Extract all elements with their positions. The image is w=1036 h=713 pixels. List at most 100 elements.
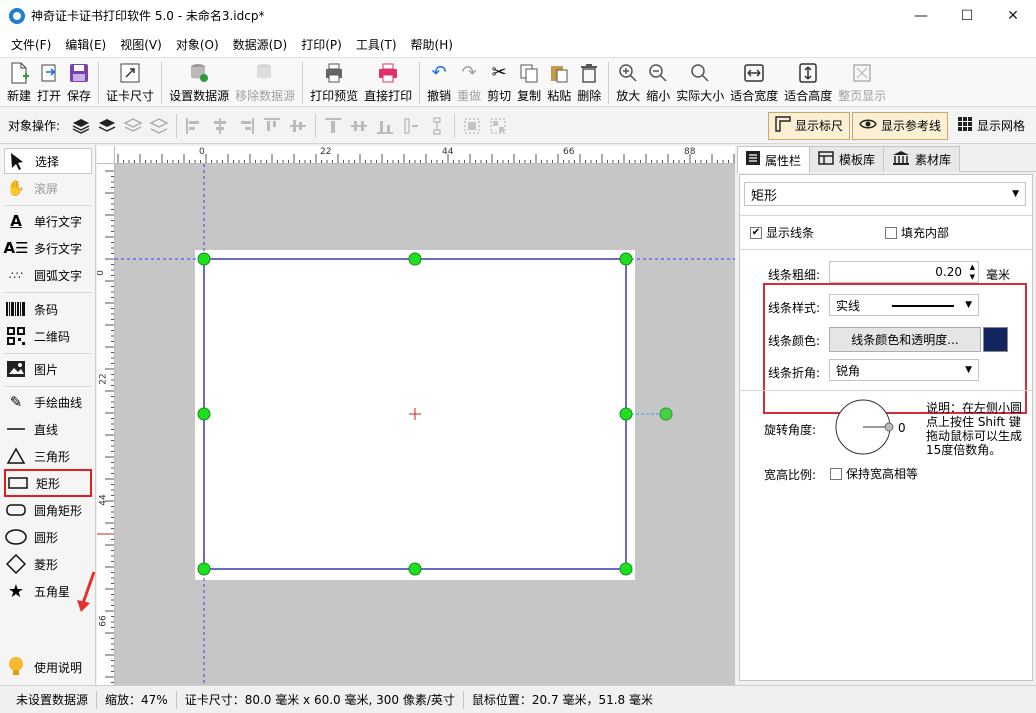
menu-file[interactable]: 文件(F) (4, 36, 58, 53)
diamond-icon (4, 553, 28, 575)
menu-view[interactable]: 视图(V) (113, 36, 169, 53)
distribute-bottom-icon[interactable] (372, 114, 398, 138)
tool-rectangle[interactable]: 矩形 (4, 469, 92, 497)
bring-forward-icon[interactable] (94, 114, 120, 138)
resize-handle-top[interactable] (408, 252, 422, 266)
h-ruler-label: 88 (684, 147, 696, 157)
line-style-select[interactable]: 实线 ▼ (829, 294, 979, 316)
tab-materials[interactable]: 素材库 (883, 146, 961, 172)
fit-height-button[interactable]: 适合高度 (781, 58, 835, 104)
delete-button[interactable]: 删除 (574, 58, 604, 104)
menu-datasource[interactable]: 数据源(D) (226, 36, 295, 53)
barcode-icon (4, 298, 28, 320)
menu-help[interactable]: 帮助(H) (404, 36, 460, 53)
same-width-icon[interactable] (398, 114, 424, 138)
menu-tools[interactable]: 工具(T) (349, 36, 404, 53)
tool-barcode[interactable]: 条码 (4, 296, 92, 322)
zoom-in-button[interactable]: 放大 (613, 58, 643, 104)
tool-select[interactable]: 选择 (4, 148, 92, 174)
star-icon: ★ (7, 580, 25, 602)
resize-handle-bottom-right[interactable] (619, 562, 633, 576)
redo-button[interactable]: ↷ 重做 (454, 58, 484, 104)
actual-size-button[interactable]: 实际大小 (673, 58, 727, 104)
new-button[interactable]: 新建 (4, 58, 34, 104)
line-color-swatch[interactable] (983, 327, 1008, 352)
section-divider (740, 215, 1032, 216)
show-grid-toggle[interactable]: 显示网格 (950, 112, 1032, 140)
tool-qrcode[interactable]: 二维码 (4, 323, 92, 349)
menu-object[interactable]: 对象(O) (169, 36, 226, 53)
tool-scroll[interactable]: ✋ 滚屏 (4, 175, 92, 201)
menu-print[interactable]: 打印(P) (294, 36, 349, 53)
rotation-handle[interactable] (659, 407, 673, 421)
actual-size-icon (689, 62, 711, 84)
resize-handle-left[interactable] (197, 407, 211, 421)
tool-rounded-rectangle[interactable]: 圆角矩形 (4, 497, 92, 523)
show-ruler-toggle[interactable]: 显示标尺 (767, 111, 850, 140)
undo-button[interactable]: ↶ 撤销 (424, 58, 454, 104)
resize-handle-right[interactable] (619, 407, 633, 421)
same-height-icon[interactable] (424, 114, 450, 138)
resize-handle-bottom-left[interactable] (197, 562, 211, 576)
group-icon[interactable] (459, 114, 485, 138)
cut-button[interactable]: ✂ 剪切 (484, 58, 514, 104)
maximize-button[interactable]: ☐ (944, 0, 990, 31)
bring-to-front-icon[interactable] (68, 114, 94, 138)
resize-handle-top-left[interactable] (197, 252, 211, 266)
arc-text-icon: ∴∵ (9, 268, 23, 282)
direct-print-button[interactable]: 直接打印 (361, 58, 415, 104)
resize-handle-top-right[interactable] (619, 252, 633, 266)
minimize-button[interactable]: — (898, 0, 944, 31)
show-line-checkbox[interactable]: ✔ 显示线条 (750, 224, 814, 241)
keep-aspect-checkbox[interactable]: 保持宽高相等 (830, 465, 918, 482)
menu-edit[interactable]: 编辑(E) (58, 36, 113, 53)
print-preview-button[interactable]: 打印预览 (307, 58, 361, 104)
align-right-icon[interactable] (233, 114, 259, 138)
line-corner-select[interactable]: 锐角 ▼ (829, 359, 979, 381)
tool-freehand[interactable]: ✎ 手绘曲线 (4, 389, 92, 415)
tab-properties[interactable]: 属性栏 (737, 146, 811, 173)
objbar-separator (315, 113, 317, 138)
library-icon (892, 150, 910, 170)
toolbar-separator (419, 62, 421, 104)
tool-triangle[interactable]: 三角形 (4, 443, 92, 469)
whole-page-button[interactable]: 整页显示 (835, 58, 889, 104)
spinner-arrows-icon[interactable]: ▲ ▼ (970, 262, 975, 282)
save-button[interactable]: 保存 (64, 58, 94, 104)
tool-single-line-text[interactable]: A 单行文字 (4, 208, 92, 234)
tool-multi-line-text[interactable]: A☰ 多行文字 (3, 235, 92, 261)
show-guides-toggle[interactable]: 显示参考线 (851, 111, 948, 140)
chevron-down-icon: ▼ (965, 300, 972, 310)
distribute-vcenter-icon[interactable] (346, 114, 372, 138)
paste-button[interactable]: 粘贴 (544, 58, 574, 104)
remove-datasource-button[interactable]: 移除数据源 (232, 58, 298, 104)
zoom-out-button[interactable]: 缩小 (643, 58, 673, 104)
tool-ellipse[interactable]: 圆形 (4, 524, 92, 550)
card-size-button[interactable]: 证卡尺寸 (103, 58, 157, 104)
tool-line[interactable]: 直线 (4, 416, 92, 442)
fill-inside-checkbox[interactable]: 填充内部 (885, 224, 949, 241)
object-type-select[interactable]: 矩形 ▼ (744, 182, 1026, 206)
line-color-button[interactable]: 线条颜色和透明度... (829, 327, 981, 352)
distribute-top-icon[interactable] (320, 114, 346, 138)
tab-templates[interactable]: 模板库 (809, 146, 885, 172)
open-button[interactable]: 打开 (34, 58, 64, 104)
ungroup-icon[interactable] (485, 114, 511, 138)
send-to-back-icon[interactable] (146, 114, 172, 138)
align-left-icon[interactable] (181, 114, 207, 138)
align-middle-icon[interactable] (285, 114, 311, 138)
align-top-icon[interactable] (259, 114, 285, 138)
align-center-icon[interactable] (207, 114, 233, 138)
fit-width-button[interactable]: 适合宽度 (727, 58, 781, 104)
copy-button[interactable]: 复制 (514, 58, 544, 104)
close-button[interactable]: ✕ (990, 0, 1036, 31)
help-button[interactable]: 使用说明 (4, 654, 92, 680)
tool-image[interactable]: 图片 (4, 356, 92, 382)
resize-handle-bottom[interactable] (408, 562, 422, 576)
rotation-dial[interactable] (835, 399, 895, 457)
line-width-input[interactable]: 0.20 ▲ ▼ (829, 261, 979, 283)
set-datasource-button[interactable]: 设置数据源 (166, 58, 232, 104)
send-backward-icon[interactable] (120, 114, 146, 138)
tool-arc-text[interactable]: ∴∵ 圆弧文字 (4, 262, 92, 288)
design-canvas[interactable] (115, 164, 735, 685)
